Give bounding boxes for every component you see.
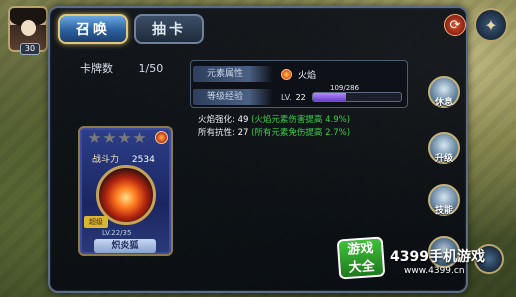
fire-icon: [281, 68, 292, 80]
stat-row: 所有抗性: 27 (所有元素免伤提高 2.7%): [198, 127, 350, 140]
upgrade-label: 升级: [434, 154, 453, 164]
refresh-icon: ⟳: [449, 17, 461, 33]
stat-label: 火焰强化:: [198, 115, 235, 125]
xp-text: 109/286: [330, 84, 360, 92]
attribute-box: 元素属性 火焰 等级经验 LV. 22: [190, 60, 408, 108]
refresh-button[interactable]: ⟳: [444, 14, 466, 36]
rest-button[interactable]: 休息: [428, 76, 460, 108]
card-stars: [88, 132, 146, 144]
element-label: 元素属性: [193, 66, 273, 82]
rest-label: 休息: [434, 98, 453, 108]
skill-label: 技能: [434, 206, 453, 216]
xp-row: 等级经验 LV. 22: [193, 88, 407, 106]
element-row: 元素属性 火焰: [193, 65, 407, 83]
lv-value: 22: [295, 92, 306, 102]
player-level-badge: 30: [20, 43, 40, 55]
stat-value: 27: [237, 128, 249, 138]
star-icon: [103, 132, 116, 143]
watermark-logo: 游戏 大全: [336, 236, 386, 280]
stat-label: 所有抗性:: [198, 128, 235, 138]
xp-progress-bar: [311, 92, 402, 102]
element-value: 火焰: [298, 70, 317, 81]
card-level: LV.22/35: [102, 229, 132, 237]
upgrade-button[interactable]: 升级: [428, 132, 460, 164]
power-value: 2534: [131, 155, 155, 165]
fire-element-icon: [155, 131, 168, 144]
card-count-value: 1/50: [138, 62, 164, 75]
compass-icon: ✦: [484, 15, 498, 35]
card-power: 战斗力 2534: [92, 152, 155, 165]
hero-card[interactable]: 战斗力 2534 超级 LV.22/35 炽炎狐: [78, 126, 173, 256]
watermark-site: 4399手机游戏: [390, 249, 485, 265]
card-rarity-tag: 超级: [84, 216, 108, 228]
stat-value: 49: [237, 115, 249, 125]
watermark-logo-line2: 大全: [348, 258, 376, 276]
stats-list: 火焰强化: 49 (火焰元素伤害提高 4.9%) 所有抗性: 27 (所有元素免…: [198, 114, 350, 140]
power-label: 战斗力: [92, 155, 120, 165]
star-icon: [118, 132, 131, 143]
card-name: 炽炎狐: [94, 239, 156, 253]
tab-draw-card[interactable]: 抽卡: [134, 14, 204, 44]
stat-note: (所有元素免伤提高 2.7%): [251, 128, 351, 138]
skill-button[interactable]: 技能: [428, 184, 460, 216]
watermark-logo-line1: 游戏: [346, 240, 374, 258]
lv-prefix: LV.: [281, 92, 292, 102]
compass-button[interactable]: ✦: [474, 8, 508, 42]
star-icon: [133, 132, 146, 143]
card-count-label: 卡牌数: [80, 62, 113, 75]
xp-label: 等级经验: [193, 89, 273, 105]
tab-summon[interactable]: 召唤: [58, 14, 128, 44]
stat-note: (火焰元素伤害提高 4.9%): [251, 115, 351, 125]
watermark-url: www.4399.cn: [404, 266, 465, 276]
card-count: 卡牌数 1/50: [80, 60, 163, 76]
star-icon: [88, 132, 101, 143]
xp-progress-fill: [312, 93, 347, 101]
stat-row: 火焰强化: 49 (火焰元素伤害提高 4.9%): [198, 114, 350, 127]
avatar-face: [21, 20, 36, 36]
